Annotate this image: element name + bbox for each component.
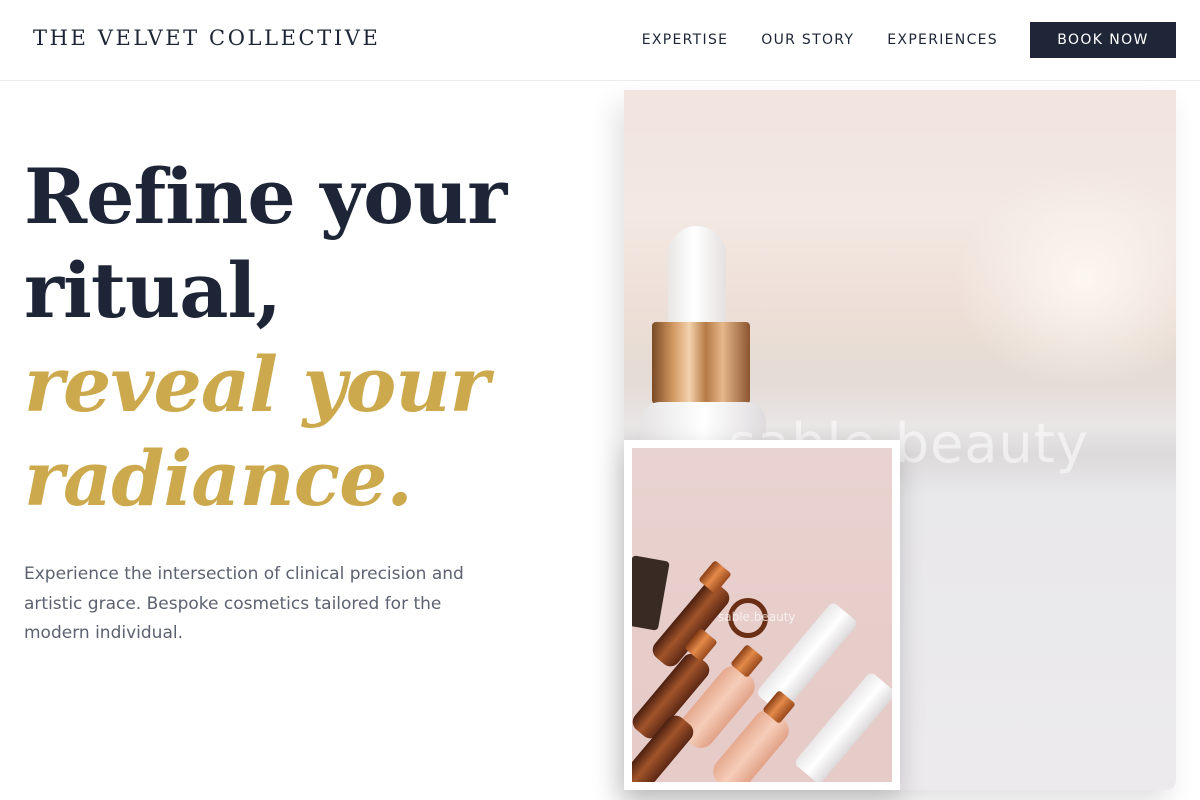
headline-accent-line-1: reveal your xyxy=(24,340,490,429)
headline-line-1: Refine your xyxy=(24,152,507,241)
cream-tube xyxy=(793,671,892,782)
book-now-button[interactable]: BOOK NOW xyxy=(1030,22,1176,58)
dropper-gold-collar xyxy=(652,322,750,404)
product-image-watermark: sable.beauty xyxy=(718,610,796,624)
headline-accent-line-2: radiance. xyxy=(24,434,413,523)
headline-line-2: ritual, xyxy=(24,246,282,335)
nav-link-expertise[interactable]: EXPERTISE xyxy=(642,32,729,48)
hero-headline: Refine your ritual, reveal your radiance… xyxy=(24,150,584,526)
cosmetics-flatlay-image: sable.beauty xyxy=(632,448,892,782)
main-nav: EXPERTISE OUR STORY EXPERIENCES xyxy=(642,32,998,48)
nav-link-our-story[interactable]: OUR STORY xyxy=(761,32,854,48)
brand-logo[interactable]: THE VELVET COLLECTIVE xyxy=(33,26,380,50)
site-header: THE VELVET COLLECTIVE EXPERTISE OUR STOR… xyxy=(0,0,1200,81)
product-image-frame: sable.beauty xyxy=(624,440,900,790)
hero-image-glow xyxy=(954,170,1176,390)
dark-compact xyxy=(632,555,670,631)
hero-intro-text: Experience the intersection of clinical … xyxy=(24,564,464,643)
nav-link-experiences[interactable]: EXPERIENCES xyxy=(887,32,998,48)
